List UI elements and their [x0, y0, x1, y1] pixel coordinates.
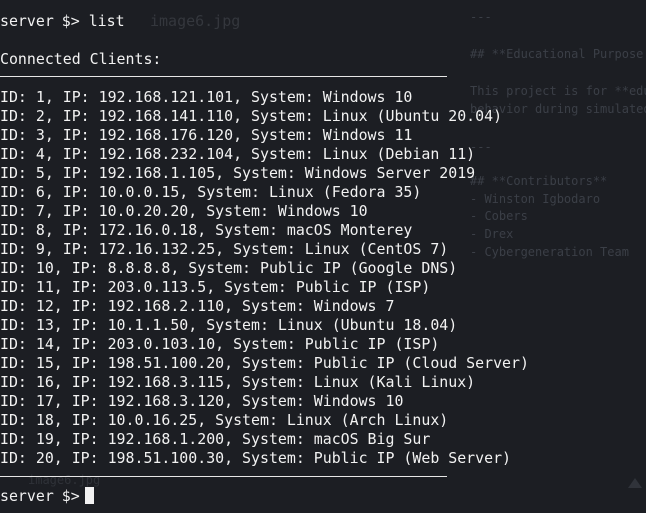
client-row: ID: 15, IP: 198.51.100.20, System: Publi… [0, 354, 529, 372]
client-row: ID: 4, IP: 192.168.232.104, System: Linu… [0, 145, 476, 163]
client-row: ID: 2, IP: 192.168.141.110, System: Linu… [0, 107, 503, 125]
terminal-output: server $> list Connected Clients: ID: 1, … [0, 0, 646, 513]
client-row: ID: 7, IP: 10.0.20.20, System: Windows 1… [0, 202, 368, 220]
prompt-symbol: $> [61, 487, 80, 505]
command-line: server $> list [0, 12, 125, 31]
prompt-line[interactable]: server $> [0, 487, 94, 506]
client-row: ID: 9, IP: 172.16.132.25, System: Linux … [0, 240, 449, 258]
command-text: list [88, 12, 125, 30]
clients-header: Connected Clients: [0, 50, 162, 68]
client-row: ID: 14, IP: 203.0.103.10, System: Public… [0, 335, 440, 353]
text-cursor[interactable] [84, 487, 94, 504]
client-row: ID: 17, IP: 192.168.3.120, System: Windo… [0, 392, 404, 410]
client-row: ID: 12, IP: 192.168.2.110, System: Windo… [0, 297, 395, 315]
client-row: ID: 5, IP: 192.168.1.105, System: Window… [0, 164, 476, 182]
client-row: ID: 10, IP: 8.8.8.8, System: Public IP (… [0, 259, 458, 277]
client-row: ID: 16, IP: 192.168.3.115, System: Linux… [0, 373, 476, 391]
prompt-host: server [0, 12, 54, 30]
client-row: ID: 11, IP: 203.0.113.5, System: Public … [0, 278, 431, 296]
client-row: ID: 6, IP: 10.0.0.15, System: Linux (Fed… [0, 183, 422, 201]
client-row: ID: 13, IP: 10.1.1.50, System: Linux (Ub… [0, 316, 458, 334]
client-row: ID: 8, IP: 172.16.0.18, System: macOS Mo… [0, 221, 413, 239]
separator-top [0, 76, 447, 77]
separator-bottom [0, 476, 447, 477]
client-row: ID: 18, IP: 10.0.16.25, System: Linux (A… [0, 411, 449, 429]
client-row: ID: 19, IP: 192.168.1.200, System: macOS… [0, 430, 431, 448]
client-row: ID: 3, IP: 192.168.176.120, System: Wind… [0, 126, 413, 144]
client-row: ID: 20, IP: 198.51.100.30, System: Publi… [0, 449, 512, 467]
prompt-symbol: $> [61, 12, 80, 30]
client-row: ID: 1, IP: 192.168.121.101, System: Wind… [0, 88, 413, 106]
prompt-host: server [0, 487, 54, 505]
terminal-window[interactable]: image6.jpg image6.jpg --- ## **Education… [0, 0, 646, 513]
